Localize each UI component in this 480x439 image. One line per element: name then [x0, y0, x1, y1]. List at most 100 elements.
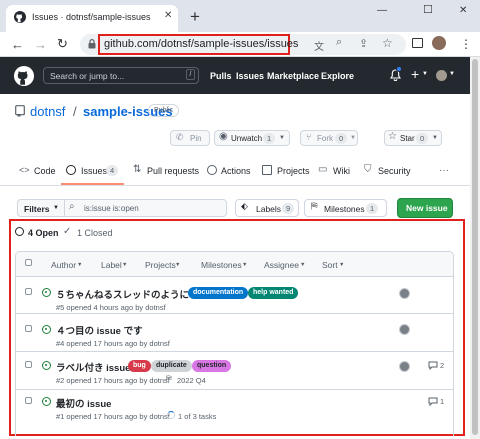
issue-label-help-wanted[interactable]: help wanted: [248, 287, 299, 299]
issues-count: 4: [106, 165, 119, 176]
maximize-button[interactable]: ☐: [423, 3, 433, 16]
issue-open-icon: [42, 397, 51, 406]
create-new-menu[interactable]: +: [411, 66, 419, 82]
unwatch-caret-icon[interactable]: ▼: [279, 135, 285, 141]
issue-label-documentation[interactable]: documentation: [188, 287, 249, 299]
side-panel-icon[interactable]: [412, 38, 423, 48]
issue-label-duplicate[interactable]: duplicate: [151, 360, 192, 372]
github-favicon-icon: [14, 11, 26, 23]
star-label: Star: [400, 134, 415, 143]
minimize-button[interactable]: —: [377, 5, 387, 16]
tab-wiki[interactable]: Wiki: [333, 166, 350, 176]
forward-arrow-icon[interactable]: →: [34, 37, 47, 52]
fork-icon: ⑂: [306, 132, 312, 142]
user-avatar[interactable]: [436, 70, 447, 81]
comment-icon: [428, 361, 438, 370]
translate-icon[interactable]: 文: [314, 38, 324, 53]
issue-label-question[interactable]: question: [192, 360, 232, 372]
back-arrow-icon[interactable]: ←: [11, 37, 24, 52]
milestones-label: Milestones: [324, 204, 365, 214]
comment-count[interactable]: 2: [440, 361, 444, 370]
star-icon: ☆: [388, 131, 397, 142]
issue-meta: #1 opened 17 hours ago by dotnsf: [56, 412, 170, 421]
open-filter-link[interactable]: 4 Open: [28, 228, 59, 238]
issue-meta: #5 opened 4 hours ago by dotnsf: [56, 303, 166, 312]
issue-milestone-link[interactable]: 2022 Q4: [177, 376, 206, 385]
nav-marketplace[interactable]: Marketplace: [267, 71, 319, 81]
issue-title-link[interactable]: ５ちゃんねるスレッドのように: [56, 287, 189, 301]
issue-checkbox[interactable]: [25, 288, 32, 295]
new-issue-label: New issue: [406, 203, 448, 213]
fork-label: Fork: [317, 134, 333, 143]
issue-open-icon: [42, 361, 51, 370]
url-text[interactable]: github.com/dotnsf/sample-issues/issues: [104, 38, 298, 50]
milestones-caret-icon: ▼: [242, 262, 248, 268]
filters-label: Filters: [24, 204, 50, 214]
pin-label: Pin: [190, 134, 202, 143]
tab-code[interactable]: Code: [34, 166, 56, 176]
closed-filter-link[interactable]: 1 Closed: [77, 228, 113, 238]
issue-checkbox[interactable]: [25, 361, 32, 368]
pull-request-icon: ⇅: [133, 164, 142, 175]
milestones-filter[interactable]: Milestones: [201, 260, 242, 270]
notification-dot: [396, 66, 402, 72]
projects-filter[interactable]: Projects: [145, 260, 176, 270]
issue-checkbox[interactable]: [25, 397, 32, 404]
actions-icon: [207, 165, 217, 175]
repo-separator: /: [73, 104, 77, 119]
scrollbar-thumb[interactable]: [472, 59, 478, 435]
assignee-avatar[interactable]: [399, 361, 410, 372]
assignee-filter[interactable]: Assignee: [264, 260, 299, 270]
issue-meta: #4 opened 17 hours ago by dotnsf: [56, 339, 170, 348]
star-caret-icon[interactable]: ▼: [432, 135, 438, 141]
visibility-badge: Public: [148, 104, 180, 117]
repo-owner-link[interactable]: dotnsf: [30, 104, 65, 119]
close-tab-icon[interactable]: ✕: [164, 10, 172, 21]
tabs-divider: [0, 185, 470, 186]
filters-caret-icon: ▼: [53, 205, 59, 211]
label-caret-icon: ▼: [122, 262, 128, 268]
lock-icon[interactable]: [88, 39, 96, 49]
search-icon: ⌕: [69, 201, 75, 212]
assignee-avatar[interactable]: [399, 324, 410, 335]
github-logo-icon[interactable]: [14, 66, 34, 86]
task-progress-text[interactable]: 1 of 3 tasks: [178, 412, 216, 421]
unwatch-label: Unwatch: [231, 134, 263, 143]
issue-label-bug[interactable]: bug: [128, 360, 151, 372]
tab-security[interactable]: Security: [378, 166, 411, 176]
sort-filter[interactable]: Sort: [322, 260, 338, 270]
projects-caret-icon: ▼: [175, 262, 181, 268]
close-window-button[interactable]: ✕: [459, 5, 467, 16]
select-all-checkbox[interactable]: [25, 259, 32, 266]
profile-avatar[interactable]: [432, 36, 446, 50]
author-filter[interactable]: Author: [51, 260, 76, 270]
comment-count[interactable]: 1: [440, 397, 444, 406]
issue-title-link[interactable]: ４つ目の issue です: [56, 323, 143, 337]
wiki-icon: ▭: [318, 164, 328, 175]
label-filter[interactable]: Label: [101, 260, 122, 270]
fork-count: 0: [335, 133, 348, 144]
browser-menu-icon[interactable]: ⋮: [460, 37, 472, 51]
issue-open-icon: [42, 325, 51, 334]
tab-issues[interactable]: Issues: [81, 166, 107, 176]
reload-icon[interactable]: ↻: [57, 36, 68, 52]
bookmark-star-icon[interactable]: ☆: [382, 36, 393, 50]
labels-label: Labels: [256, 204, 282, 214]
issue-checkbox[interactable]: [25, 325, 32, 332]
share-icon[interactable]: ⇪: [359, 37, 368, 50]
tab-actions[interactable]: Actions: [221, 166, 251, 176]
issue-title-link[interactable]: 最初の issue: [56, 396, 111, 410]
tab-pull-requests[interactable]: Pull requests: [147, 166, 199, 176]
nav-issues[interactable]: Issues: [236, 71, 264, 81]
assignee-avatar[interactable]: [399, 288, 410, 299]
zoom-icon[interactable]: ⌕: [336, 36, 342, 49]
tab-projects[interactable]: Projects: [277, 166, 310, 176]
milestones-count: 1: [366, 203, 379, 214]
more-tabs-icon[interactable]: ···: [439, 165, 449, 176]
nav-explore[interactable]: Explore: [321, 71, 354, 81]
repo-icon: [15, 105, 25, 117]
new-tab-button[interactable]: +: [190, 7, 200, 27]
issue-title-link[interactable]: ラベル付き issue: [56, 360, 130, 374]
fork-caret-icon[interactable]: ▼: [350, 135, 356, 141]
nav-pulls[interactable]: Pulls: [210, 71, 232, 81]
